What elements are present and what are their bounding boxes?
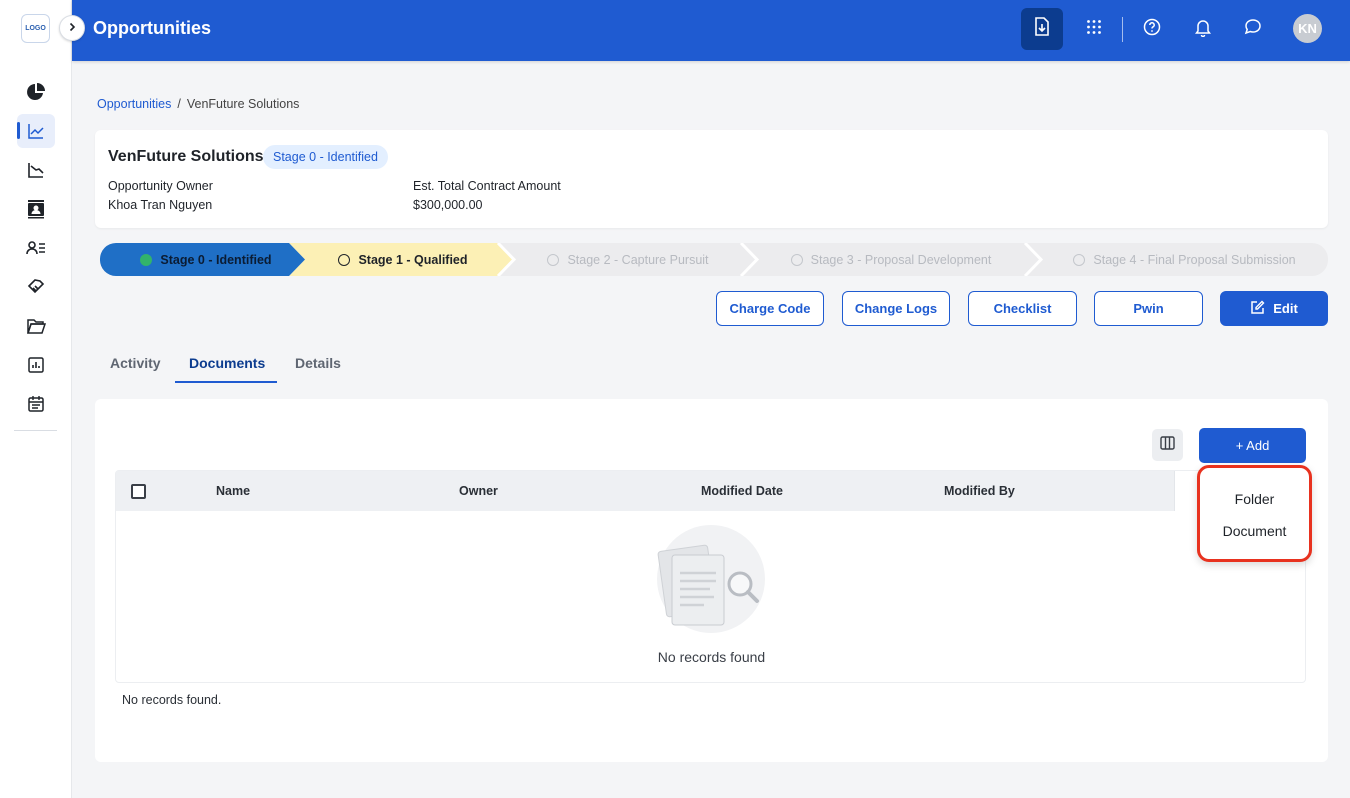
opportunity-summary-card: VenFuture Solutions Stage 0 - Identified… [95, 130, 1328, 228]
amount-value: $300,000.00 [413, 198, 483, 212]
sidebar-item-contacts[interactable] [0, 189, 72, 228]
column-header-owner[interactable]: Owner [459, 484, 498, 498]
checklist-button[interactable]: Checklist [968, 291, 1077, 326]
active-tab-indicator [175, 381, 277, 383]
pie-chart-icon [17, 75, 55, 109]
breadcrumb-current: VenFuture Solutions [186, 97, 300, 111]
chat-button[interactable] [1232, 8, 1274, 50]
stage-step-0[interactable]: Stage 0 - Identified [118, 243, 294, 276]
add-dropdown-menu: Folder Document [1197, 465, 1312, 562]
sidebar-nav [0, 72, 72, 423]
trend-line-icon [17, 113, 55, 148]
bell-icon [1194, 17, 1212, 42]
sidebar-item-reports[interactable] [0, 345, 72, 384]
sidebar-item-pipeline[interactable] [0, 150, 72, 189]
empty-state-message: No records found [657, 649, 766, 665]
breadcrumb-link-opportunities[interactable]: Opportunities [97, 97, 171, 111]
sidebar-item-deals[interactable] [0, 267, 72, 306]
menu-item-document[interactable]: Document [1200, 523, 1309, 539]
stage-step-2[interactable]: Stage 2 - Capture Pursuit [514, 243, 742, 276]
pending-circle-icon [547, 253, 560, 266]
user-list-icon [17, 231, 55, 265]
breadcrumb-separator: / [177, 97, 181, 111]
stage-step-4[interactable]: Stage 4 - Final Proposal Submission [1041, 243, 1328, 276]
edit-button[interactable]: Edit [1220, 291, 1328, 326]
pending-circle-icon [790, 253, 803, 266]
apps-grid-icon [1086, 19, 1102, 40]
charge-code-button[interactable]: Charge Code [716, 291, 824, 326]
tab-documents[interactable]: Documents [189, 355, 265, 371]
header-divider [1122, 17, 1123, 42]
stage-step-3[interactable]: Stage 3 - Proposal Development [757, 243, 1025, 276]
pending-circle-icon [1073, 253, 1086, 266]
sidebar-item-opportunities[interactable] [0, 111, 72, 150]
tab-activity[interactable]: Activity [110, 355, 161, 371]
download-file-icon [1033, 16, 1051, 42]
sidebar-item-dashboard[interactable] [0, 72, 72, 111]
sidebar: LOGO [0, 0, 72, 798]
change-logs-button[interactable]: Change Logs [842, 291, 950, 326]
column-settings-button[interactable] [1152, 429, 1183, 461]
sidebar-expand-button[interactable] [59, 15, 85, 41]
pwin-button[interactable]: Pwin [1094, 291, 1203, 326]
owner-label: Opportunity Owner [108, 179, 213, 193]
column-header-modified-by[interactable]: Modified By [944, 484, 1015, 498]
amount-label: Est. Total Contract Amount [413, 179, 561, 193]
sidebar-divider [14, 430, 57, 431]
top-header: Opportunities KN [72, 0, 1350, 61]
empty-documents-icon [654, 525, 766, 633]
help-icon [1143, 18, 1161, 41]
sidebar-item-calendar[interactable] [0, 384, 72, 423]
columns-icon [1160, 435, 1175, 455]
help-button[interactable] [1131, 8, 1173, 50]
notifications-button[interactable] [1182, 8, 1224, 50]
current-circle-icon [338, 253, 351, 266]
completed-dot-icon [140, 253, 153, 266]
select-all-checkbox[interactable] [131, 484, 146, 499]
table-footer-status: No records found. [122, 693, 222, 707]
bar-report-icon [17, 348, 55, 382]
download-button[interactable] [1021, 8, 1063, 50]
add-button[interactable]: + Add [1199, 428, 1306, 463]
documents-table: Name Owner Modified Date Modified By No … [115, 470, 1306, 683]
owner-value: Khoa Tran Nguyen [108, 198, 213, 212]
stage-step-1[interactable]: Stage 1 - Qualified [305, 243, 501, 276]
apps-button[interactable] [1073, 8, 1115, 50]
column-header-modified-date[interactable]: Modified Date [701, 484, 783, 498]
opportunity-name: VenFuture Solutions [108, 148, 264, 165]
stage-badge: Stage 0 - Identified [263, 145, 388, 169]
tab-details[interactable]: Details [295, 355, 341, 371]
contact-card-icon [17, 192, 55, 226]
breadcrumb: Opportunities / VenFuture Solutions [97, 97, 299, 111]
app-logo: LOGO [21, 14, 50, 43]
stage-stepper: Stage 0 - Identified Stage 1 - Qualified… [100, 243, 1328, 276]
chevron-right-icon [67, 19, 77, 37]
edit-pencil-icon [1250, 300, 1265, 318]
handshake-icon [17, 270, 55, 304]
user-avatar[interactable]: KN [1293, 14, 1322, 43]
sidebar-item-folders[interactable] [0, 306, 72, 345]
folder-icon [17, 309, 55, 343]
page-title: Opportunities [93, 18, 211, 38]
calendar-icon [17, 387, 55, 421]
menu-item-folder[interactable]: Folder [1200, 491, 1309, 507]
sidebar-item-users[interactable] [0, 228, 72, 267]
chat-bubble-icon [1243, 17, 1263, 42]
column-header-name[interactable]: Name [216, 484, 250, 498]
declining-chart-icon [17, 153, 55, 187]
table-header: Name Owner Modified Date Modified By [116, 471, 1174, 511]
